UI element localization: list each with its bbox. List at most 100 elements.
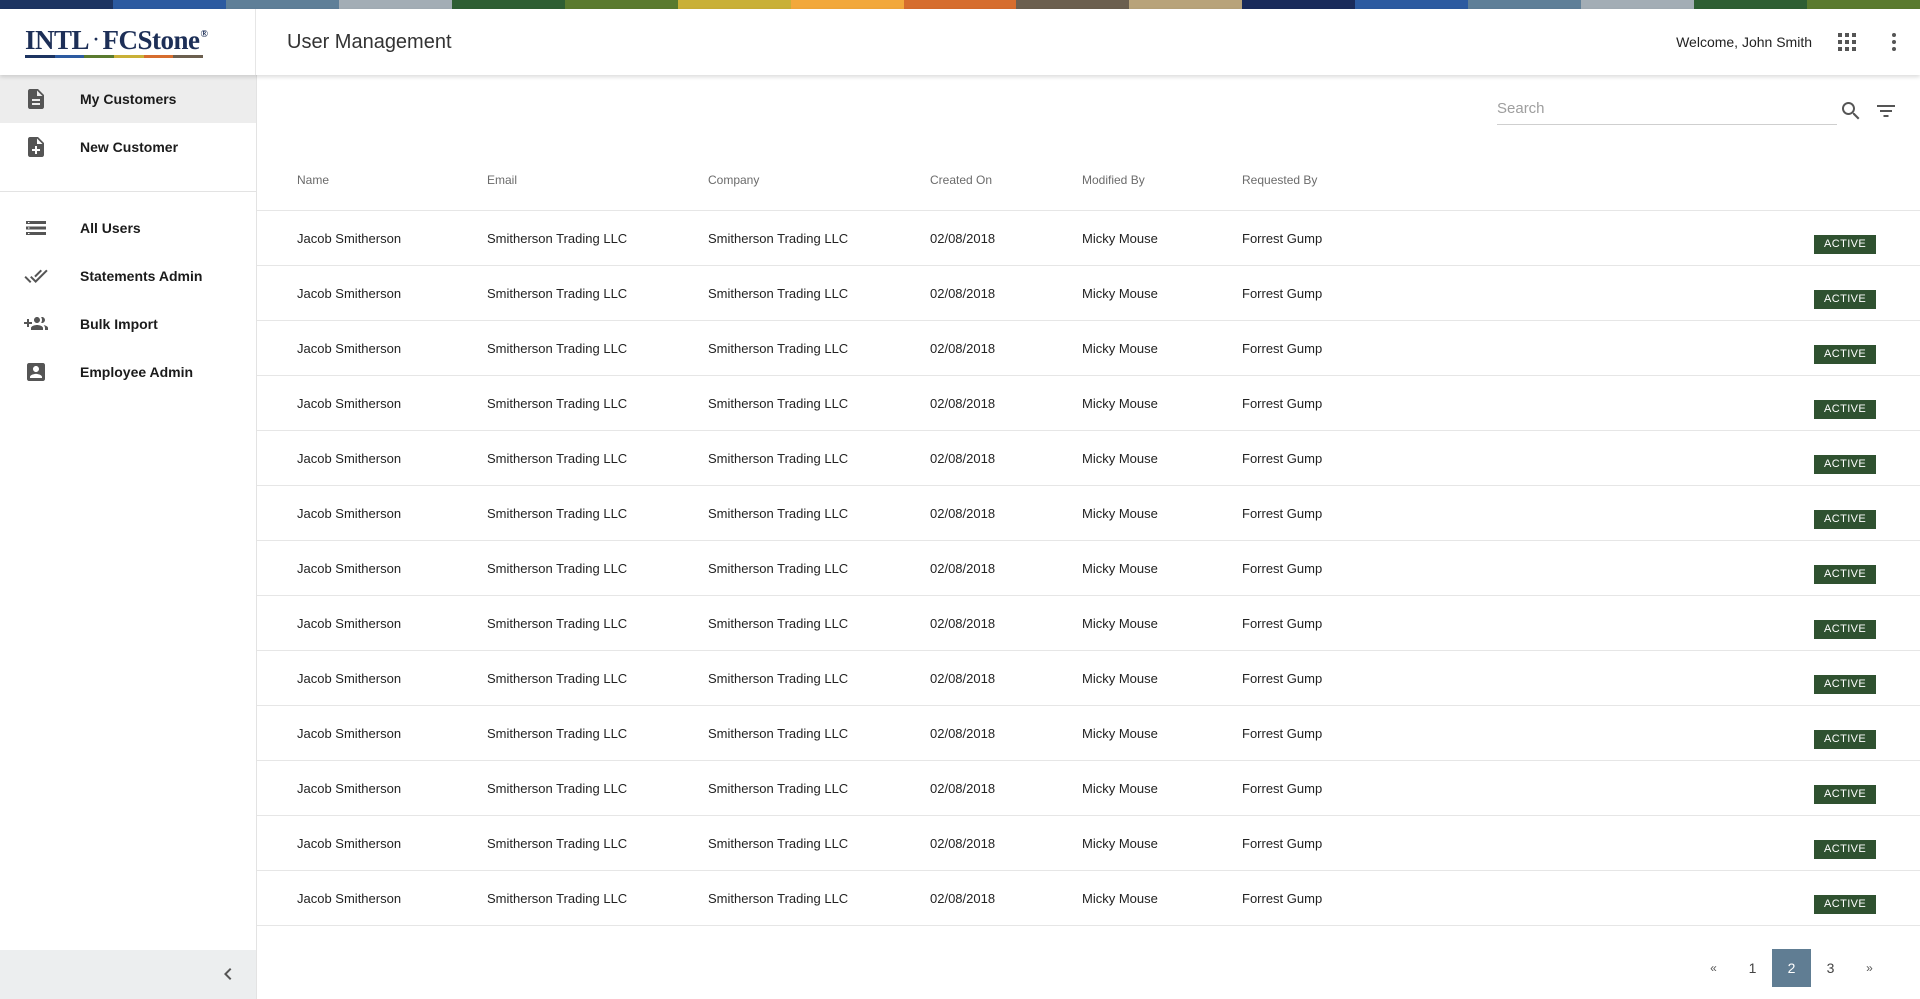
cell-requested-by: Forrest Gump (1242, 396, 1323, 411)
list-icon (26, 221, 46, 235)
document-icon (28, 89, 44, 109)
table-row[interactable]: Jacob Smitherson Smitherson Trading LLC Sm… (257, 211, 1920, 266)
sidebar-item-bulk-import[interactable]: Bulk Import (0, 300, 256, 348)
apps-grid-icon[interactable] (1838, 33, 1856, 51)
logo-underline-segment (54, 55, 85, 58)
more-vert-icon[interactable] (1888, 33, 1900, 51)
stripe-segment (1468, 0, 1582, 9)
status-badge: ACTIVE (1814, 290, 1877, 309)
cell-company: Smitherson Trading LLC (708, 671, 849, 686)
table-row[interactable]: Jacob Smitherson Smitherson Trading LLC Sm… (257, 651, 1920, 706)
cell-modified-by: Micky Mouse (1082, 231, 1158, 246)
cell-created-on: 02/08/2018 (930, 286, 996, 301)
cell-email: Smitherson Trading LLC (487, 451, 628, 466)
sidebar-item-label: Bulk Import (80, 316, 158, 332)
sidebar-item-label: My Customers (80, 91, 177, 107)
table-row[interactable]: Jacob Smitherson Smitherson Trading LLC Sm… (257, 871, 1920, 926)
table-row[interactable]: Jacob Smitherson Smitherson Trading LLC Sm… (257, 706, 1920, 761)
cell-email: Smitherson Trading LLC (487, 891, 628, 906)
status-badge: ACTIVE (1814, 510, 1877, 529)
sidebar-item-employee-admin[interactable]: Employee Admin (0, 348, 256, 396)
stripe-segment (1694, 0, 1807, 9)
sidebar-item-statements-admin[interactable]: Statements Admin (0, 252, 256, 300)
cell-modified-by: Micky Mouse (1082, 561, 1158, 576)
cell-email: Smitherson Trading LLC (487, 726, 628, 741)
page-title: User Management (287, 31, 452, 53)
cell-created-on: 02/08/2018 (930, 396, 996, 411)
status-badge: ACTIVE (1814, 565, 1877, 584)
table-row[interactable]: Jacob Smitherson Smitherson Trading LLC Sm… (257, 761, 1920, 816)
status-badge: ACTIVE (1814, 235, 1877, 254)
cell-modified-by: Micky Mouse (1082, 836, 1158, 851)
search-input[interactable] (1497, 93, 1837, 125)
cell-created-on: 02/08/2018 (930, 451, 996, 466)
cell-modified-by: Micky Mouse (1082, 286, 1158, 301)
logo-underline-segment (114, 55, 144, 58)
search-icon[interactable] (1839, 99, 1863, 123)
sidebar: My Customers New Customer All Users Stat… (0, 75, 257, 999)
pagination-page-1[interactable]: 1 (1733, 949, 1772, 987)
cell-requested-by: Forrest Gump (1242, 891, 1323, 906)
table-row[interactable]: Jacob Smitherson Smitherson Trading LLC Sm… (257, 431, 1920, 486)
cell-created-on: 02/08/2018 (930, 781, 996, 796)
status-badge: ACTIVE (1814, 620, 1877, 639)
cell-email: Smitherson Trading LLC (487, 671, 628, 686)
table-row[interactable]: Jacob Smitherson Smitherson Trading LLC Sm… (257, 321, 1920, 376)
cell-email: Smitherson Trading LLC (487, 616, 628, 631)
stripe-segment (1355, 0, 1469, 9)
stripe-segment (790, 0, 904, 9)
logo-underline (25, 55, 204, 58)
cell-name: Jacob Smitherson (297, 726, 402, 741)
cell-requested-by: Forrest Gump (1242, 616, 1323, 631)
group-add-icon (24, 317, 48, 330)
pagination-page-2[interactable]: 2 (1772, 949, 1811, 987)
logo-underline-segment (25, 55, 55, 58)
table-row[interactable]: Jacob Smitherson Smitherson Trading LLC Sm… (257, 266, 1920, 321)
filter-icon[interactable] (1874, 99, 1898, 123)
stripe-segment (1807, 0, 1920, 9)
table-row[interactable]: Jacob Smitherson Smitherson Trading LLC Sm… (257, 596, 1920, 651)
pagination-page-3[interactable]: 3 (1811, 949, 1850, 987)
column-header-name[interactable]: Name (297, 173, 329, 187)
pagination-prev-button[interactable]: « (1694, 949, 1733, 987)
cell-created-on: 02/08/2018 (930, 726, 996, 741)
table-row[interactable]: Jacob Smitherson Smitherson Trading LLC Sm… (257, 541, 1920, 596)
brand-color-stripe (0, 0, 1920, 9)
chevron-left-icon[interactable] (216, 962, 240, 986)
sidebar-item-new-customer[interactable]: New Customer (0, 123, 256, 171)
column-header-modified-by[interactable]: Modified By (1082, 173, 1145, 187)
column-header-created-on[interactable]: Created On (930, 173, 992, 187)
cell-name: Jacob Smitherson (297, 616, 402, 631)
cell-email: Smitherson Trading LLC (487, 506, 628, 521)
column-header-email[interactable]: Email (487, 173, 517, 187)
table-row[interactable]: Jacob Smitherson Smitherson Trading LLC Sm… (257, 376, 1920, 431)
status-badge: ACTIVE (1814, 675, 1877, 694)
cell-company: Smitherson Trading LLC (708, 616, 849, 631)
cell-name: Jacob Smitherson (297, 506, 402, 521)
company-logo[interactable]: INTL · FCStone® (25, 25, 208, 56)
logo-underline-segment (173, 55, 204, 58)
column-header-requested-by[interactable]: Requested By (1242, 173, 1317, 187)
status-badge: ACTIVE (1814, 400, 1877, 419)
table-row[interactable]: Jacob Smitherson Smitherson Trading LLC Sm… (257, 816, 1920, 871)
pagination: « 1 2 3 » (1694, 949, 1889, 987)
status-badge: ACTIVE (1814, 730, 1877, 749)
logo-separator: · (93, 29, 99, 49)
cell-created-on: 02/08/2018 (930, 671, 996, 686)
stripe-segment (451, 0, 565, 9)
pagination-next-button[interactable]: » (1850, 949, 1889, 987)
cell-modified-by: Micky Mouse (1082, 781, 1158, 796)
stripe-segment (1129, 0, 1243, 9)
sidebar-item-my-customers[interactable]: My Customers (0, 75, 256, 123)
account-box-icon (27, 363, 45, 381)
cell-email: Smitherson Trading LLC (487, 781, 628, 796)
sidebar-item-label: Statements Admin (80, 268, 203, 284)
column-header-company[interactable]: Company (708, 173, 759, 187)
cell-created-on: 02/08/2018 (930, 616, 996, 631)
cell-created-on: 02/08/2018 (930, 506, 996, 521)
cell-created-on: 02/08/2018 (930, 836, 996, 851)
cell-email: Smitherson Trading LLC (487, 561, 628, 576)
table-row[interactable]: Jacob Smitherson Smitherson Trading LLC Sm… (257, 486, 1920, 541)
sidebar-item-all-users[interactable]: All Users (0, 204, 256, 252)
cell-modified-by: Micky Mouse (1082, 451, 1158, 466)
